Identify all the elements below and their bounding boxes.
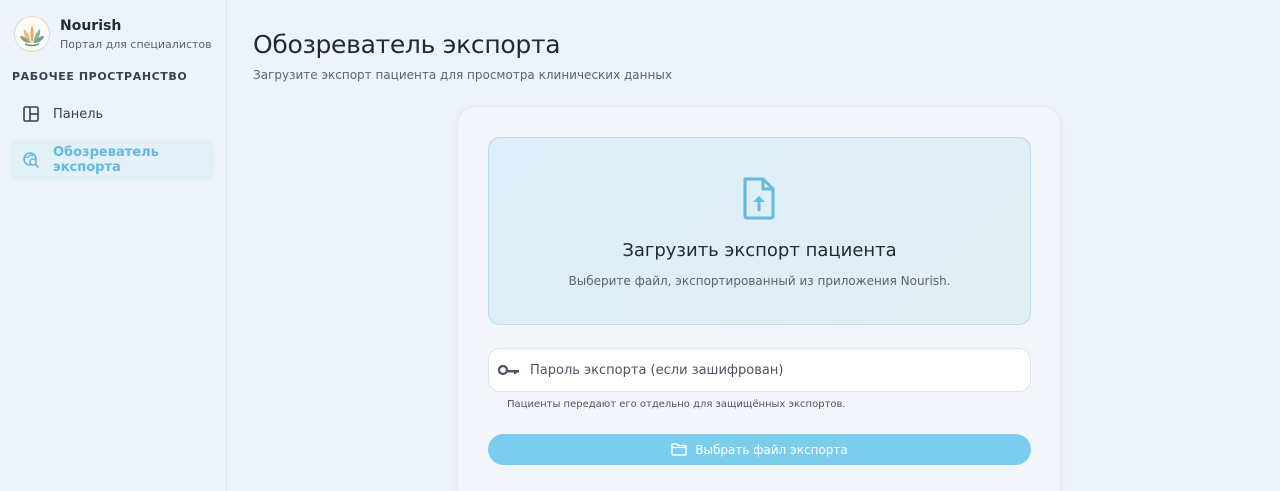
sidebar-item-label: Панель — [53, 106, 104, 122]
page-subtitle: Загрузите экспорт пациента для просмотра… — [253, 68, 672, 82]
brand-subtitle: Портал для специалистов — [60, 38, 212, 51]
sidebar-item-label: Обозреватель экспорта — [53, 145, 159, 175]
sidebar-item-dashboard[interactable]: Панель — [10, 94, 215, 134]
workspace-section-title: РАБОЧЕЕ ПРОСТРАНСТВО — [12, 70, 188, 83]
brand[interactable]: Nourish Портал для специалистов — [14, 16, 212, 52]
password-hint: Пациенты передают его отдельно для защищ… — [507, 399, 846, 410]
globe-search-icon — [22, 151, 40, 169]
password-input[interactable] — [530, 362, 1010, 378]
choose-export-file-button[interactable]: Выбрать файл экспорта — [488, 434, 1031, 465]
page-title: Обозреватель экспорта — [253, 30, 561, 59]
sidebar: Nourish Портал для специалистов РАБОЧЕЕ … — [0, 0, 227, 491]
main-content: Обозреватель экспорта Загрузите экспорт … — [227, 0, 1280, 491]
file-upload-icon — [741, 176, 777, 224]
choose-export-file-label: Выбрать файл экспорта — [695, 442, 848, 457]
password-field[interactable] — [488, 348, 1031, 392]
upload-subtitle: Выберите файл, экспортированный из прило… — [568, 274, 951, 288]
upload-title: Загрузить экспорт пациента — [622, 240, 897, 261]
upload-dropzone[interactable]: Загрузить экспорт пациента Выберите файл… — [488, 137, 1031, 325]
key-icon — [497, 362, 521, 378]
sidebar-item-export-viewer[interactable]: Обозреватель экспорта — [10, 140, 215, 180]
dashboard-layout-icon — [22, 105, 40, 123]
folder-icon — [671, 443, 687, 456]
upload-card: Загрузить экспорт пациента Выберите файл… — [457, 106, 1061, 491]
brand-name: Nourish — [60, 18, 122, 34]
nourish-logo — [14, 16, 50, 52]
